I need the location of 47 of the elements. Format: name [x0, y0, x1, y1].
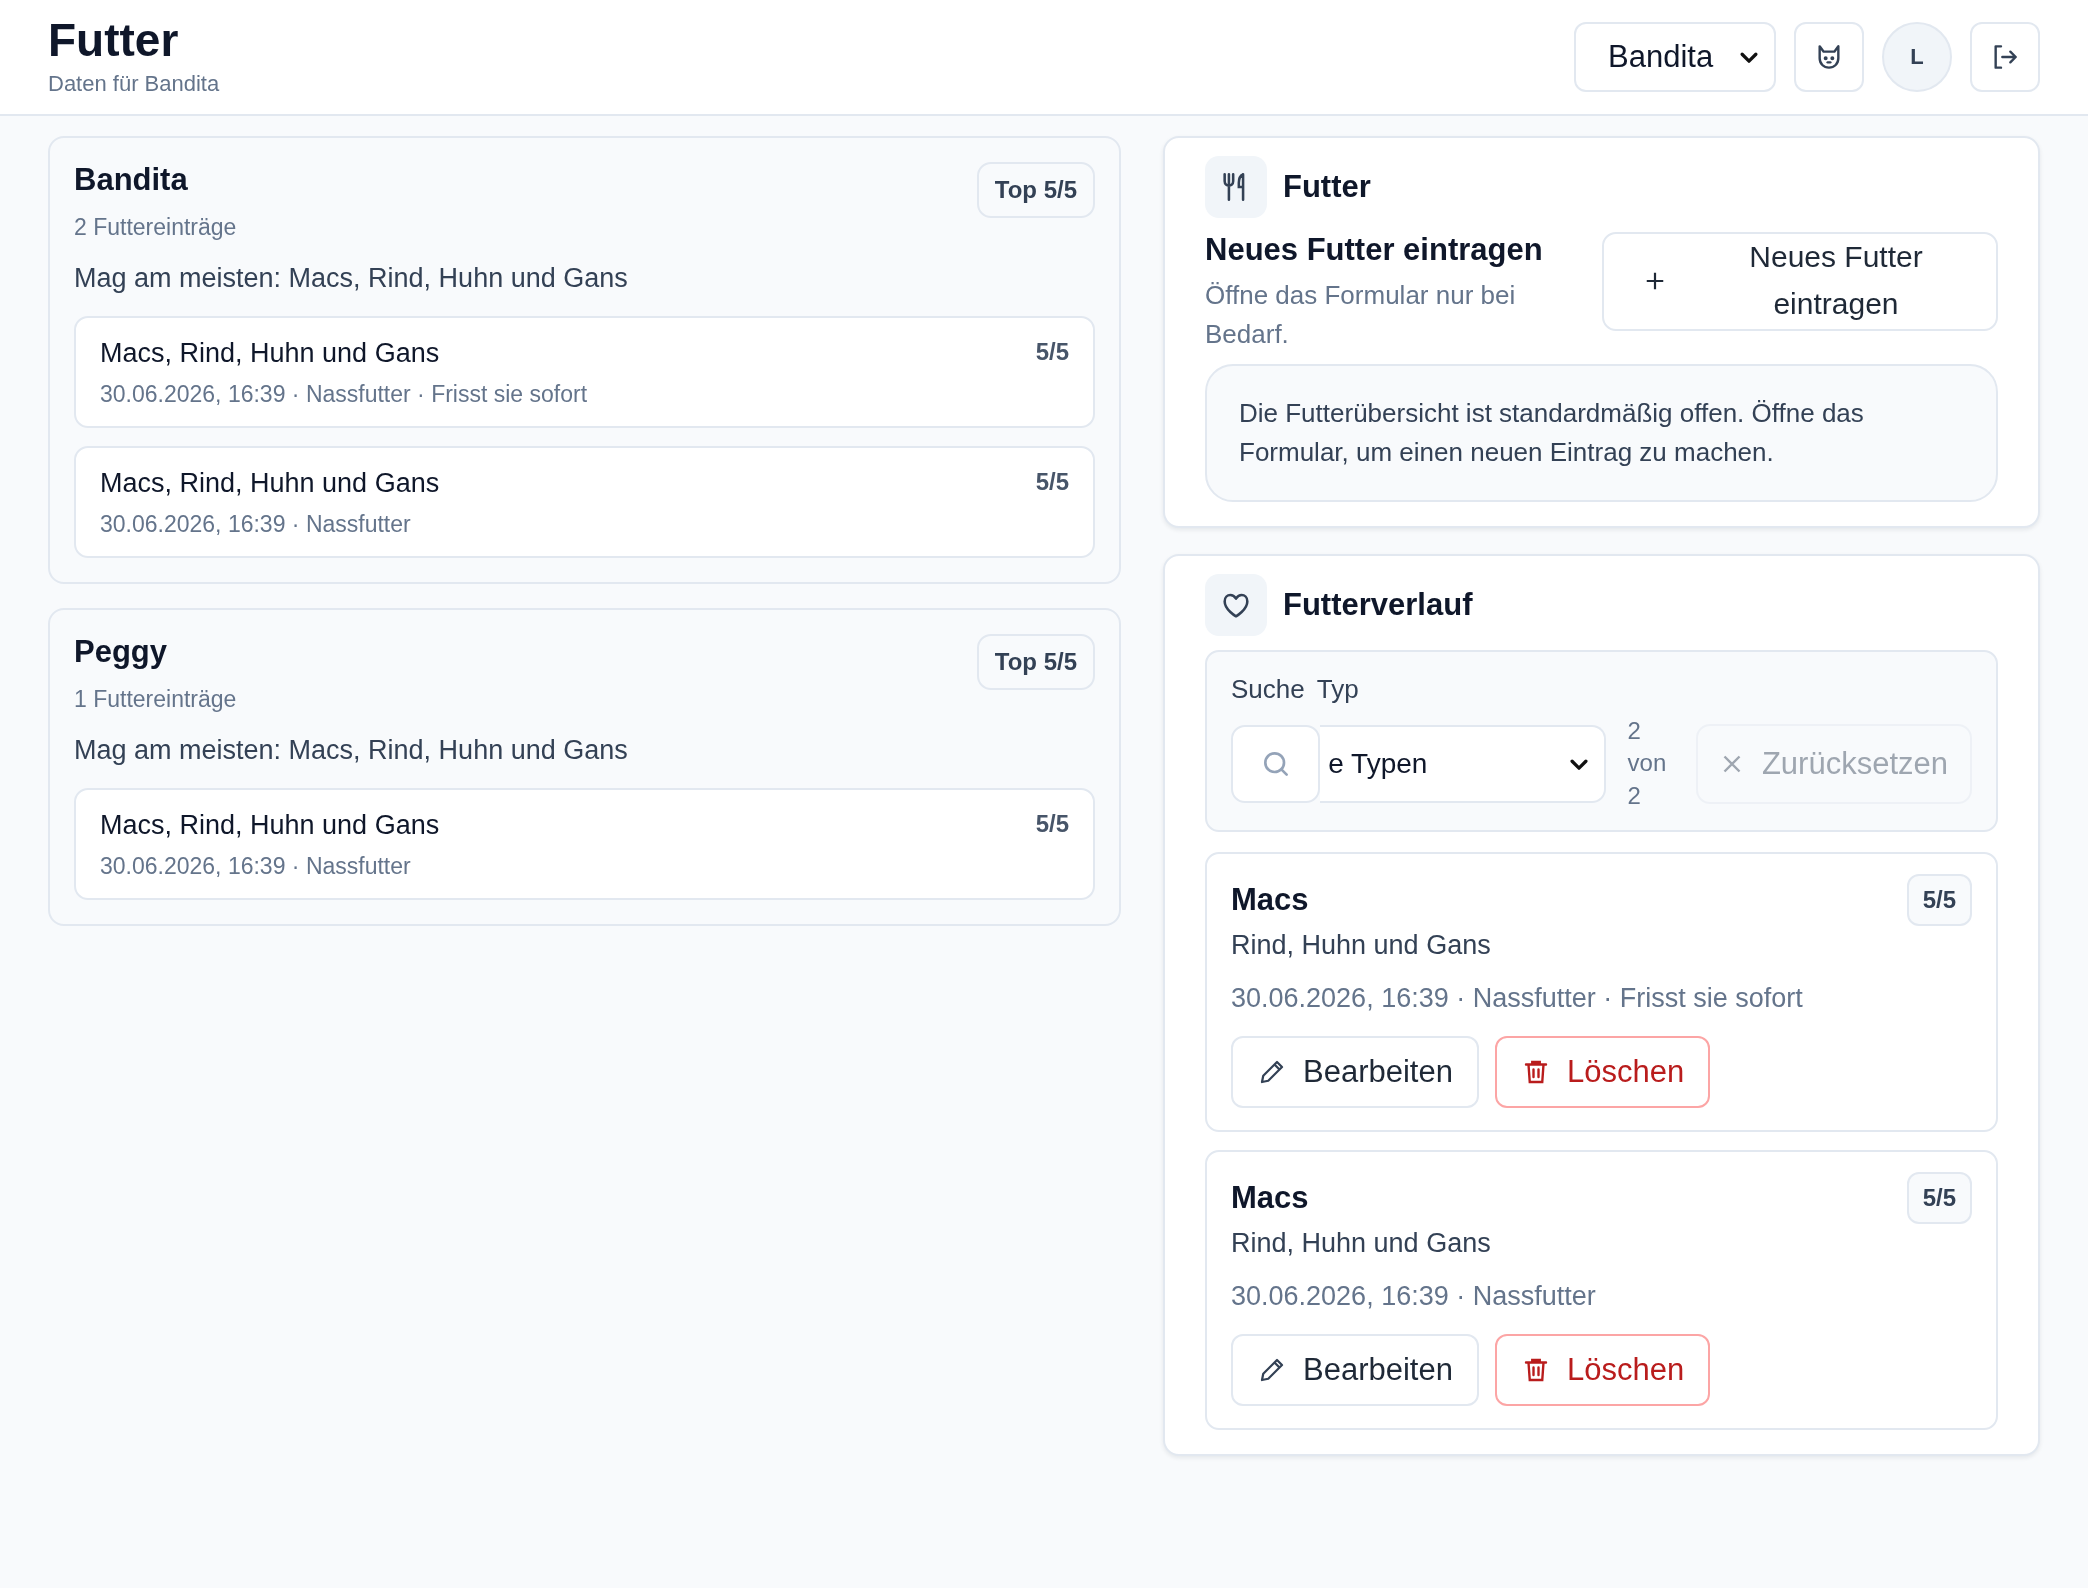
entry-rating: 5/5: [1035, 810, 1069, 839]
cat-name: Peggy: [74, 634, 169, 670]
page-subtitle: Daten für Bandita: [48, 71, 220, 97]
search-label: Suche: [1231, 674, 1305, 705]
edit-button[interactable]: Bearbeiten: [1231, 1036, 1479, 1109]
info-text: Die Futterübersicht ist standardmäßig offen. Öffne das Formular, um einen neuen Eintrag zu machen.: [1239, 398, 1864, 467]
panel-title: Futterverlauf: [1283, 587, 1473, 623]
pet-select[interactable]: Bandita: [1574, 22, 1776, 92]
rating-badge: 5/5: [1906, 874, 1972, 927]
panel-title: Futter: [1283, 169, 1371, 205]
type-label: Typ: [1316, 674, 1359, 705]
food-description: Rind, Huhn und Gans: [1231, 930, 1492, 962]
entry-rating: 5/5: [1035, 468, 1069, 497]
delete-button[interactable]: Löschen: [1494, 1334, 1711, 1407]
food-name: Macs: [1231, 882, 1309, 919]
entry-count: 2 Futtereinträge: [74, 214, 237, 241]
edit-button[interactable]: Bearbeiten: [1231, 1334, 1479, 1407]
entry-meta: 30.06.2026, 16:39 · Nassfutter: [100, 853, 412, 880]
user-avatar[interactable]: L: [1882, 22, 1952, 92]
delete-button[interactable]: Löschen: [1494, 1036, 1711, 1109]
entry-count: 1 Futtereinträge: [74, 686, 237, 713]
section-heading: Neues Futter eintragen: [1205, 232, 1544, 268]
entry-title: Macs, Rind, Huhn und Gans: [100, 338, 440, 369]
food-description: Rind, Huhn und Gans: [1231, 1228, 1492, 1260]
cat-button[interactable]: [1794, 22, 1864, 92]
entry-title: Macs, Rind, Huhn und Gans: [100, 468, 440, 499]
section-hint: Öffne das Formular nur bei Bedarf.: [1205, 279, 1517, 351]
entry-meta: 30.06.2026, 16:39 · Nassfutter: [100, 511, 412, 538]
top-rating-badge: Top 5/5: [976, 634, 1095, 690]
food-name: Macs: [1231, 1180, 1309, 1217]
entry-title: Macs, Rind, Huhn und Gans: [100, 810, 440, 841]
entry-meta: 30.06.2026, 16:39 · Nassfutter: [1231, 1281, 1597, 1313]
entry-meta: 30.06.2026, 16:39 · Nassfutter · Frisst sie sofort: [100, 381, 589, 408]
type-select[interactable]: e Typen: [1320, 724, 1606, 803]
favorite-text: Mag am meisten: Macs, Rind, Huhn und Gans: [74, 735, 629, 766]
page-title: Futter: [48, 17, 180, 63]
add-food-button[interactable]: Neues Futter eintragen: [1602, 232, 1998, 331]
entry-rating: 5/5: [1035, 338, 1069, 367]
favorite-text: Mag am meisten: Macs, Rind, Huhn und Gans: [74, 263, 629, 294]
entry-meta: 30.06.2026, 16:39 · Nassfutter · Frisst sie sofort: [1231, 983, 1804, 1015]
result-count: 2 von 2: [1627, 716, 1668, 811]
logout-button[interactable]: [1970, 22, 2040, 92]
top-rating-badge: Top 5/5: [976, 162, 1095, 218]
search-field[interactable]: [1231, 724, 1321, 803]
rating-badge: 5/5: [1906, 1172, 1972, 1225]
fork-knife-icon: [1205, 156, 1267, 218]
cat-name: Bandita: [74, 162, 189, 198]
